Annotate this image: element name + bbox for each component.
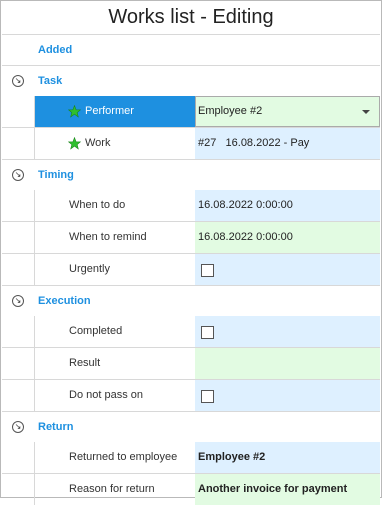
row-performer[interactable]: Performer Employee #2 [2,96,380,128]
star-icon [68,105,81,118]
completed-label: Completed [69,325,123,337]
category-return[interactable]: ↘ Return [2,412,380,442]
category-task-label: Task [38,75,63,87]
category-added[interactable]: Added [2,35,380,65]
category-timing-label: Timing [38,169,74,181]
when-to-do-field[interactable]: 16.08.2022 0:00:00 [195,190,380,221]
when-to-do-value: 16.08.2022 0:00:00 [198,199,293,211]
row-when-to-do[interactable]: When to do 16.08.2022 0:00:00 [2,190,380,222]
row-urgently[interactable]: Urgently [2,254,380,286]
reason-for-return-label: Reason for return [69,483,155,495]
reason-for-return-value: Another invoice for payment [198,483,348,495]
result-field[interactable] [195,348,380,379]
performer-dropdown[interactable]: Employee #2 [195,96,380,127]
when-to-remind-value: 16.08.2022 0:00:00 [198,231,293,243]
when-to-remind-label: When to remind [69,231,147,243]
category-execution[interactable]: ↘ Execution [2,286,380,316]
category-timing[interactable]: ↘ Timing [2,160,380,190]
do-not-pass-on-checkbox[interactable] [201,390,214,403]
collapse-icon[interactable]: ↘ [12,295,24,307]
urgently-label: Urgently [69,263,110,275]
work-field[interactable]: #27 16.08.2022 - Pay [195,128,380,159]
result-label: Result [69,357,101,369]
chevron-down-icon[interactable] [362,110,370,114]
category-return-label: Return [38,421,74,433]
category-task[interactable]: ↘ Task [2,66,380,96]
row-returned-to-employee[interactable]: Returned to employee Employee #2 [2,442,380,474]
returned-to-employee-value: Employee #2 [198,451,266,463]
do-not-pass-on-cell [195,380,380,411]
category-added-label: Added [38,44,73,56]
edit-window: Works list - Editing Added ↘ Task Perfor… [0,0,382,505]
star-icon [68,137,81,150]
do-not-pass-on-label: Do not pass on [69,389,143,401]
when-to-do-label: When to do [69,199,126,211]
performer-value: Employee #2 [198,105,263,117]
performer-label: Performer [85,105,134,117]
returned-to-employee-label: Returned to employee [69,451,178,463]
row-completed[interactable]: Completed [2,316,380,348]
urgently-checkbox[interactable] [201,264,214,277]
reason-for-return-field[interactable]: Another invoice for payment [195,474,380,505]
row-do-not-pass-on[interactable]: Do not pass on [2,380,380,412]
collapse-icon[interactable]: ↘ [12,169,24,181]
property-grid: Added ↘ Task Performer Employee #2 Work … [2,34,380,505]
collapse-icon[interactable]: ↘ [12,421,24,433]
row-result[interactable]: Result [2,348,380,380]
completed-cell [195,316,380,347]
row-when-to-remind[interactable]: When to remind 16.08.2022 0:00:00 [2,222,380,254]
row-work[interactable]: Work #27 16.08.2022 - Pay [2,128,380,160]
urgently-cell [195,254,380,285]
row-reason-for-return[interactable]: Reason for return Another invoice for pa… [2,474,380,505]
completed-checkbox[interactable] [201,326,214,339]
work-value: #27 16.08.2022 - Pay [198,137,310,149]
returned-to-employee-field[interactable]: Employee #2 [195,442,380,473]
category-execution-label: Execution [38,295,91,307]
when-to-remind-field[interactable]: 16.08.2022 0:00:00 [195,222,380,253]
window-title: Works list - Editing [108,6,274,28]
collapse-icon[interactable]: ↘ [12,75,24,87]
